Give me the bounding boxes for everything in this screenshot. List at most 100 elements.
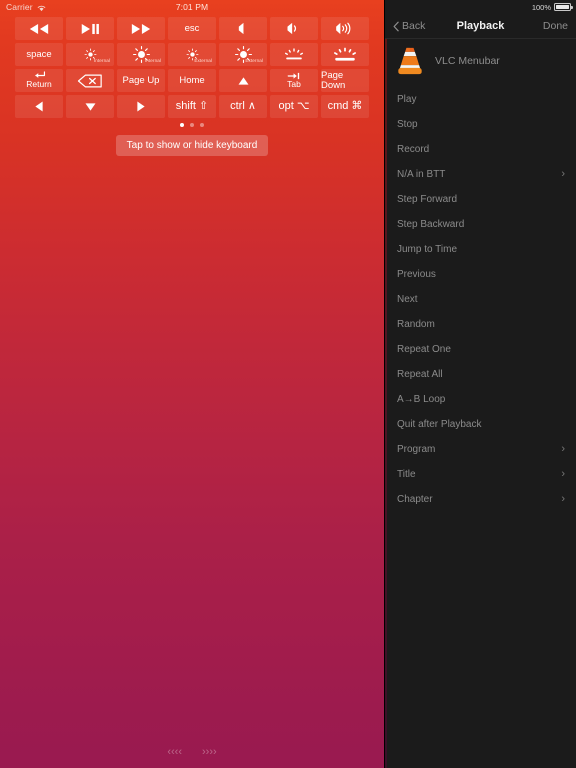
key-arrow-up[interactable] [219, 69, 267, 92]
menu-item-record[interactable]: Record [385, 137, 576, 162]
menu-item-label: Repeat One [397, 344, 451, 355]
menu-item-label: Step Backward [397, 219, 464, 230]
menu-item-label: N/A in BTT [397, 169, 445, 180]
page-dot-1[interactable] [180, 123, 184, 127]
mute-icon [234, 22, 252, 35]
fast-forward-icon [130, 23, 152, 35]
menu-item-title[interactable]: Title › [385, 462, 576, 487]
navigation-bar: Back Playback Done [385, 14, 576, 39]
menu-item-next[interactable]: Next [385, 287, 576, 312]
volume-down-icon [284, 22, 304, 35]
menu-item-label: Step Forward [397, 194, 457, 205]
key-brightness-up-external[interactable]: External [219, 43, 267, 66]
remote-keyboard-panel: Carrier 7:01 PM [0, 0, 384, 768]
key-ctrl[interactable]: ctrl ∧ [219, 95, 267, 118]
key-mute[interactable] [219, 17, 267, 40]
key-delete[interactable] [66, 69, 114, 92]
key-opt[interactable]: opt ⌥ [270, 95, 318, 118]
key-opt-label: opt ⌥ [278, 101, 309, 112]
key-keyboard-backlight-up[interactable] [321, 43, 369, 66]
key-play-pause[interactable] [66, 17, 114, 40]
keyboard-grid: esc [0, 14, 384, 118]
key-page-up[interactable]: Page Up [117, 69, 165, 92]
key-shift-label: shift ⇧ [176, 101, 208, 112]
key-ctrl-label: ctrl ∧ [230, 101, 256, 112]
menu-item-chapter[interactable]: Chapter › [385, 487, 576, 512]
key-tab-label: Tab [287, 80, 301, 89]
keyboard-row-1: esc [15, 17, 369, 40]
app-root: Carrier 7:01 PM [0, 0, 576, 768]
menu-item-label: Chapter [397, 494, 433, 505]
toggle-keyboard-button[interactable]: Tap to show or hide keyboard [116, 135, 269, 156]
menu-item-label: Jump to Time [397, 244, 457, 255]
arrow-right-icon [136, 100, 146, 113]
key-brightness-up-internal[interactable]: Internal [117, 43, 165, 66]
menu-item-step-backward[interactable]: Step Backward [385, 212, 576, 237]
key-brightness-down-external[interactable]: External [168, 43, 216, 66]
battery-icon [554, 3, 571, 11]
page-indicator-dots[interactable] [0, 123, 384, 127]
key-cmd-label: cmd ⌘ [328, 101, 363, 112]
key-rewind[interactable] [15, 17, 63, 40]
menu-item-play[interactable]: Play [385, 87, 576, 112]
key-brightness-up-external-corner-label: External [245, 59, 263, 64]
menu-item-ab-loop[interactable]: A→B Loop [385, 387, 576, 412]
chevron-right-icon: › [561, 494, 565, 505]
prev-arrows[interactable]: ‹‹‹‹ [167, 747, 182, 758]
menu-item-label: Play [397, 94, 416, 105]
vlc-cone-icon [396, 46, 424, 76]
menu-item-previous[interactable]: Previous [385, 262, 576, 287]
menu-item-quit-after-playback[interactable]: Quit after Playback [385, 412, 576, 437]
tap-button-container: Tap to show or hide keyboard [0, 135, 384, 156]
menu-item-random[interactable]: Random [385, 312, 576, 337]
page-dot-3[interactable] [200, 123, 204, 127]
key-home[interactable]: Home [168, 69, 216, 92]
key-brightness-down-internal-corner-label: Internal [94, 59, 110, 64]
app-name-label: VLC Menubar [435, 55, 500, 67]
chevron-right-icon: › [561, 169, 565, 180]
key-space-label: space [26, 50, 51, 60]
key-return-label: Return [26, 80, 52, 89]
key-space[interactable]: space [15, 43, 63, 66]
key-brightness-down-external-corner-label: External [194, 59, 212, 64]
menu-item-program[interactable]: Program › [385, 437, 576, 462]
key-brightness-up-internal-corner-label: Internal [145, 59, 161, 64]
next-arrows[interactable]: ›››› [202, 747, 217, 758]
menu-item-label: Title [397, 469, 416, 480]
key-volume-up[interactable] [321, 17, 369, 40]
status-bar-time: 7:01 PM [0, 2, 384, 12]
key-brightness-down-internal[interactable]: Internal [66, 43, 114, 66]
menu-item-repeat-all[interactable]: Repeat All [385, 362, 576, 387]
menu-item-na-in-btt[interactable]: N/A in BTT › [385, 162, 576, 187]
key-arrow-left[interactable] [15, 95, 63, 118]
menu-item-stop[interactable]: Stop [385, 112, 576, 137]
key-volume-down[interactable] [270, 17, 318, 40]
page-title: Playback [385, 20, 576, 32]
menu-item-jump-to-time[interactable]: Jump to Time [385, 237, 576, 262]
battery-percent-label: 100% [532, 3, 551, 12]
play-pause-icon [79, 23, 101, 35]
bottom-arrow-controls: ‹‹‹‹ ›››› [0, 747, 384, 758]
key-return[interactable]: Return [15, 69, 63, 92]
key-fast-forward[interactable] [117, 17, 165, 40]
key-page-down[interactable]: Page Down [321, 69, 369, 92]
arrow-down-icon [84, 102, 97, 112]
menu-item-label: Next [397, 294, 418, 305]
key-shift[interactable]: shift ⇧ [168, 95, 216, 118]
key-keyboard-backlight-down[interactable] [270, 43, 318, 66]
menu-item-step-forward[interactable]: Step Forward [385, 187, 576, 212]
key-esc[interactable]: esc [168, 17, 216, 40]
menu-item-label: Program [397, 444, 435, 455]
chevron-right-icon: › [561, 444, 565, 455]
key-arrow-right[interactable] [117, 95, 165, 118]
app-header: VLC Menubar [385, 39, 576, 85]
key-cmd[interactable]: cmd ⌘ [321, 95, 369, 118]
vlc-menubar-panel: 100% Back Playback Done [384, 0, 576, 768]
key-page-up-label: Page Up [123, 76, 160, 86]
menu-item-repeat-one[interactable]: Repeat One [385, 337, 576, 362]
key-arrow-down[interactable] [66, 95, 114, 118]
key-tab[interactable]: Tab [270, 69, 318, 92]
menu-item-label: Stop [397, 119, 418, 130]
key-page-down-label: Page Down [321, 71, 369, 90]
page-dot-2[interactable] [190, 123, 194, 127]
